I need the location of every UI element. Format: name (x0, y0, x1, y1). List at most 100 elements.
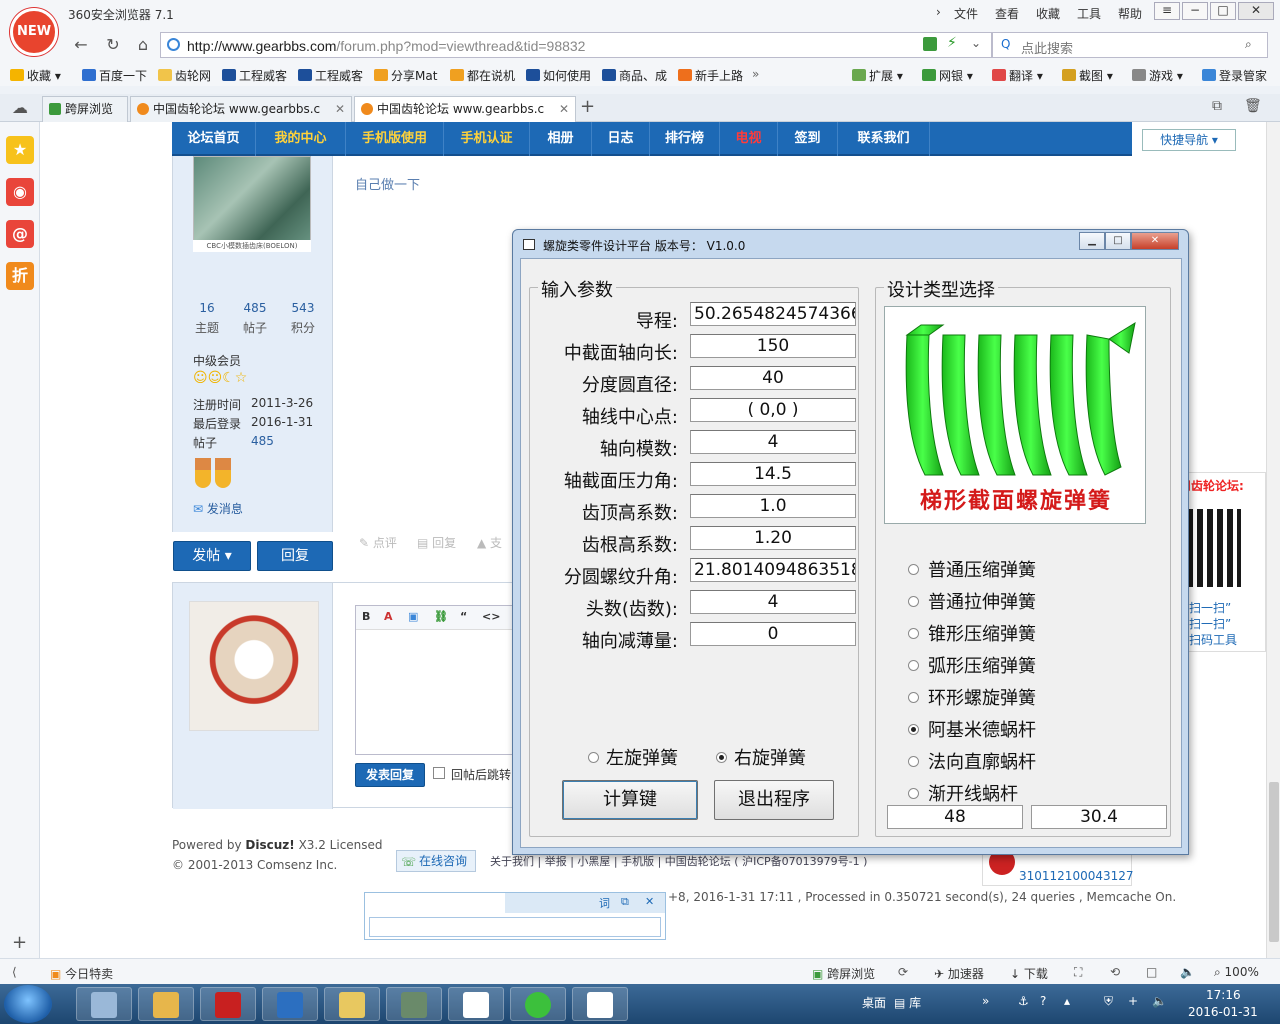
type-label-1[interactable]: 普通拉伸弹簧 (928, 588, 1036, 614)
axial-thinning-input[interactable]: 0 (690, 622, 856, 646)
fav-collect[interactable]: 收藏 ▾ (10, 67, 61, 84)
type-label-6[interactable]: 法向直廓蜗杆 (928, 748, 1036, 774)
status-recycle-icon[interactable]: ⟳ (898, 965, 908, 979)
right-hand-radio[interactable] (716, 752, 727, 763)
dialog-maximize-button[interactable]: □ (1105, 232, 1131, 250)
type-label-4[interactable]: 环形螺旋弹簧 (928, 684, 1036, 710)
nav-tv[interactable]: 电视 (720, 122, 778, 156)
font-color-icon[interactable]: A (384, 610, 393, 623)
tray-shield-icon[interactable]: ⛨ (1104, 994, 1113, 1009)
tab-forum-2[interactable]: 中国齿轮论坛 www.gearbbs.c ✕ (354, 96, 576, 122)
dictionary-input[interactable] (369, 917, 661, 937)
author-avatar[interactable] (193, 156, 311, 252)
fav-gear-net[interactable]: 齿轮网 (158, 67, 211, 84)
status-cross-screen[interactable]: ▣ 跨屏浏览 (812, 965, 875, 982)
status-capture-icon[interactable]: ⛶ (1074, 965, 1082, 980)
menu-help[interactable]: 帮助 (1118, 5, 1142, 22)
dict-copy-icon[interactable]: ⧉ (621, 895, 629, 909)
close-tab-icon[interactable]: ✕ (335, 97, 345, 121)
dict-word-icon[interactable]: 词 (599, 895, 610, 911)
today-deals[interactable]: ▣ 今日特卖 (50, 965, 113, 982)
dialog-minimize-button[interactable]: ▁ (1079, 232, 1105, 250)
close-tab-icon[interactable]: ✕ (559, 97, 569, 121)
taskbar-pdf[interactable] (200, 987, 256, 1021)
menu-tools[interactable]: 工具 (1077, 5, 1101, 22)
medal-icon[interactable] (215, 458, 231, 488)
taskbar-library[interactable]: ▤ 库 (894, 994, 921, 1011)
fav-engineer-2[interactable]: 工程威客 (298, 67, 363, 84)
close-button[interactable]: ✕ (1238, 2, 1274, 20)
type-radio-5[interactable] (908, 724, 919, 735)
search-engine-icon[interactable]: Q (1001, 37, 1010, 51)
tray-help-icon[interactable]: ? (1040, 994, 1046, 1008)
taskbar-window-2[interactable] (572, 987, 628, 1021)
status-accelerator[interactable]: ✈ 加速器 (934, 965, 984, 982)
right-hand-label[interactable]: 右旋弹簧 (734, 744, 806, 770)
output-box-1[interactable]: 48 (887, 805, 1023, 829)
pressure-angle-input[interactable]: 14.5 (690, 462, 856, 486)
security-icon[interactable] (923, 37, 937, 51)
status-restore-icon[interactable]: ⟲ (1110, 965, 1120, 979)
maximize-button[interactable]: □ (1210, 2, 1236, 20)
nav-checkin[interactable]: 签到 (778, 122, 838, 156)
type-label-7[interactable]: 渐开线蜗杆 (928, 780, 1018, 806)
lightning-icon[interactable]: ⚡ (947, 35, 957, 51)
tool-games[interactable]: 游戏 ▾ (1132, 67, 1183, 84)
tool-login-manager[interactable]: 登录管家 (1202, 67, 1267, 84)
taskbar-360-browser[interactable] (510, 987, 566, 1021)
type-radio-0[interactable] (908, 564, 919, 575)
member-rank[interactable]: 中级会员 (193, 352, 241, 369)
tab-forum-1[interactable]: 中国齿轮论坛 www.gearbbs.c ✕ (130, 96, 352, 122)
fav-goods[interactable]: 商品、成 (602, 67, 667, 84)
type-label-0[interactable]: 普通压缩弹簧 (928, 556, 1036, 582)
type-radio-7[interactable] (908, 788, 919, 799)
type-radio-6[interactable] (908, 756, 919, 767)
url-input[interactable]: http://www.gearbbs.com/forum.php?mod=vie… (160, 32, 992, 58)
tool-extension[interactable]: 扩展 ▾ (852, 67, 903, 84)
lead-input[interactable]: 50.2654824574366 (690, 302, 856, 326)
clock-date[interactable]: 2016-01-31 (1188, 1005, 1258, 1019)
dict-close-icon[interactable]: ✕ (645, 895, 654, 908)
stat-posts[interactable]: 485 (231, 301, 279, 315)
fav-baidu[interactable]: 百度一下 (82, 67, 147, 84)
type-label-2[interactable]: 锥形压缩弹簧 (928, 620, 1036, 646)
tool-bank[interactable]: 网银 ▾ (922, 67, 973, 84)
nav-blog[interactable]: 日志 (592, 122, 650, 156)
axis-center-input[interactable]: ( 0,0 ) (690, 398, 856, 422)
add-sidebar-icon[interactable]: + (12, 932, 27, 953)
bold-icon[interactable]: B (362, 610, 370, 623)
status-left-arrow-icon[interactable]: ⟨ (12, 965, 17, 979)
pitch-diameter-input[interactable]: 40 (690, 366, 856, 390)
lead-angle-input[interactable]: 21.8014094863518 (690, 558, 856, 582)
tool-screenshot[interactable]: 截图 ▾ (1062, 67, 1113, 84)
status-download[interactable]: ↓ 下载 (1010, 965, 1048, 982)
refresh-button[interactable]: ↻ (102, 34, 124, 56)
axial-module-input[interactable]: 4 (690, 430, 856, 454)
calculate-button[interactable]: 计算键 (562, 780, 698, 820)
new-tab-icon[interactable]: + (580, 96, 595, 117)
type-radio-4[interactable] (908, 692, 919, 703)
reply-button[interactable]: 回复 (257, 541, 333, 571)
exit-button[interactable]: 退出程序 (714, 780, 834, 820)
fav-share-mat[interactable]: 分享Mat (374, 67, 437, 84)
output-box-2[interactable]: 30.4 (1031, 805, 1167, 829)
nav-mobile-auth[interactable]: 手机认证 (444, 122, 530, 156)
tab-cross-screen[interactable]: 跨屏浏览 (42, 96, 128, 122)
type-radio-1[interactable] (908, 596, 919, 607)
taskbar-app-4[interactable] (262, 987, 318, 1021)
scrollbar-thumb[interactable] (1269, 782, 1279, 942)
tray-arrow-icon[interactable]: ▴ (1064, 994, 1070, 1008)
footer-links[interactable]: 关于我们 | 举报 | 小黑屋 | 手机版 | 中国齿轮论坛 ( 沪ICP备07… (490, 853, 867, 869)
quick-nav-button[interactable]: 快捷导航 ▾ (1142, 129, 1236, 151)
addendum-coef-input[interactable]: 1.0 (690, 494, 856, 518)
taskbar-window-1[interactable] (448, 987, 504, 1021)
clock-time[interactable]: 17:16 (1206, 988, 1241, 1002)
status-window-icon[interactable]: □ (1146, 965, 1157, 979)
menu-chevron-icon[interactable]: › (936, 5, 941, 19)
menu-view[interactable]: 查看 (995, 5, 1019, 22)
support-link[interactable]: ▲ 支 (477, 534, 502, 551)
menu-file[interactable]: 文件 (954, 5, 978, 22)
fav-engineer-1[interactable]: 工程威客 (222, 67, 287, 84)
tray-plus-icon[interactable]: + (1128, 994, 1138, 1008)
type-radio-3[interactable] (908, 660, 919, 671)
